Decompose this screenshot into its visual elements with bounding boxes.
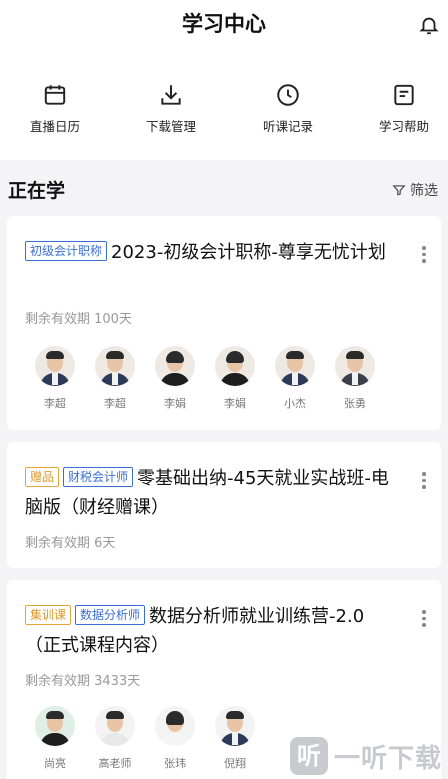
quick-action-label: 听课记录 (262, 119, 313, 134)
course-tag: 数据分析师 (75, 605, 146, 625)
teacher-name: 小杰 (284, 397, 306, 410)
course-tag: 集训课 (25, 605, 72, 625)
teacher-name: 倪翔 (224, 757, 246, 770)
course-title: 集训课 数据分析师 数据分析师就业训练营-2.0（正式课程内容） (25, 602, 397, 660)
page-title: 学习中心 (182, 12, 266, 36)
watermark-logo: 听 (289, 737, 328, 775)
teacher-name: 李超 (44, 397, 66, 410)
download-manager-button[interactable]: 下载管理 (121, 82, 221, 135)
quick-actions: 直播日历 下载管理 听课记录 学习帮助 (0, 48, 448, 160)
validity-text: 剩余有效期 3433天 (25, 674, 141, 689)
teacher-item[interactable]: 倪翔 (205, 706, 265, 771)
validity-text: 剩余有效期 6天 (25, 536, 116, 551)
teacher-avatar (155, 706, 195, 746)
site-watermark: 听 一听下载 (289, 737, 442, 775)
teacher-avatar (35, 346, 75, 386)
teacher-item[interactable]: 张玮 (145, 706, 205, 771)
bell-icon[interactable] (418, 14, 440, 36)
teacher-name: 张勇 (344, 397, 366, 410)
watermark-text: 一听下载 (333, 743, 442, 774)
study-help-button[interactable]: 学习帮助 (354, 82, 448, 135)
teacher-item[interactable]: 高老师 (85, 706, 145, 771)
course-card[interactable]: 初级会计职称 2023-初级会计职称-尊享无忧计划 剩余有效期 100天 李超 李… (7, 216, 441, 430)
more-options-icon[interactable] (421, 246, 427, 264)
teacher-name: 高老师 (98, 757, 132, 770)
course-title: 赠品 财税会计师 零基础出纳-45天就业实战班-电脑版（财经赠课） (25, 464, 397, 522)
section-header: 正在学 筛选 (0, 160, 448, 216)
teacher-name: 尚亮 (44, 757, 66, 770)
teacher-avatar (95, 706, 135, 746)
teacher-item[interactable]: 李超 (85, 346, 145, 411)
teacher-avatar (335, 346, 375, 386)
quick-action-label: 下载管理 (145, 119, 196, 134)
validity-text: 剩余有效期 100天 (25, 312, 132, 327)
teacher-avatar (35, 706, 75, 746)
section-title: 正在学 (8, 180, 66, 202)
listening-history-button[interactable]: 听课记录 (238, 82, 338, 135)
teacher-item[interactable]: 小杰 (265, 346, 325, 411)
teacher-name: 张玮 (164, 757, 186, 770)
filter-icon (392, 185, 406, 196)
top-bar: 学习中心 (0, 0, 448, 48)
teacher-name: 李超 (104, 397, 126, 410)
teacher-avatar (155, 346, 195, 386)
teacher-avatar (95, 346, 135, 386)
more-options-icon[interactable] (421, 610, 427, 628)
teacher-item[interactable]: 张勇 (325, 346, 385, 411)
course-card[interactable]: 赠品 财税会计师 零基础出纳-45天就业实战班-电脑版（财经赠课） 剩余有效期 6天 (7, 442, 441, 568)
more-options-icon[interactable] (421, 472, 427, 490)
teacher-name: 李娟 (164, 397, 186, 410)
teacher-item[interactable]: 李超 (25, 346, 85, 411)
live-calendar-button[interactable]: 直播日历 (5, 82, 105, 135)
filter-label: 筛选 (410, 183, 438, 199)
teacher-item[interactable]: 尚亮 (25, 706, 85, 771)
teacher-avatar (215, 706, 255, 746)
course-title: 初级会计职称 2023-初级会计职称-尊享无忧计划 (25, 238, 397, 267)
course-tag: 财税会计师 (63, 467, 134, 487)
quick-action-label: 学习帮助 (378, 119, 429, 134)
teacher-avatar (215, 346, 255, 386)
course-tag: 初级会计职称 (25, 241, 108, 261)
filter-button[interactable]: 筛选 (392, 180, 438, 200)
course-tag: 赠品 (25, 467, 60, 487)
clock-icon (277, 84, 299, 106)
course-title-text: 2023-初级会计职称-尊享无忧计划 (111, 242, 386, 263)
quick-action-label: 直播日历 (29, 119, 80, 134)
download-icon (161, 85, 181, 105)
teacher-item[interactable]: 李娟 (205, 346, 265, 411)
teacher-list: 李超 李超 李娟 李娟 小杰 张勇 (25, 346, 385, 411)
teacher-list: 尚亮 高老师 张玮 倪翔 (25, 706, 265, 771)
teacher-item[interactable]: 李娟 (145, 346, 205, 411)
teacher-avatar (275, 346, 315, 386)
teacher-name: 李娟 (224, 397, 246, 410)
calendar-icon (44, 85, 66, 105)
help-doc-icon (394, 84, 414, 106)
